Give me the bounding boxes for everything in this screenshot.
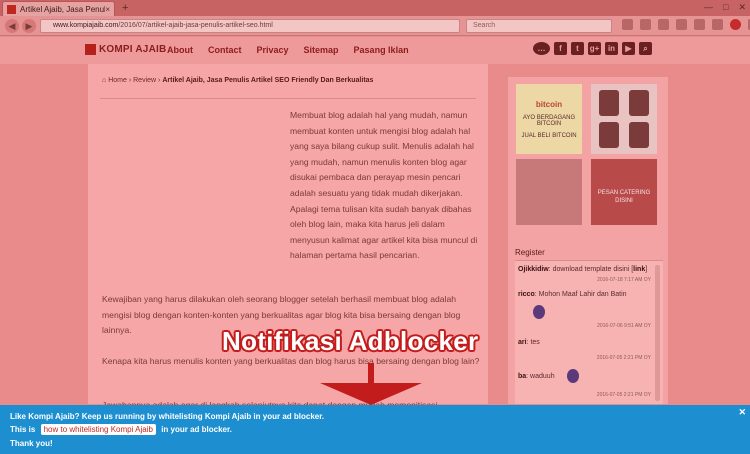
favicon-icon: [7, 4, 16, 14]
shoutbox-widget: Register Ojikkidiw: download template di…: [515, 248, 663, 404]
download-icon[interactable]: [658, 19, 669, 30]
watch-image: [599, 122, 619, 148]
shout-link[interactable]: link: [633, 266, 645, 273]
close-icon[interactable]: ✕: [738, 407, 746, 418]
shout-message: ricco: Mohon Maaf Lahir dan Batin: [518, 291, 627, 298]
tab-close-icon[interactable]: ×: [105, 5, 110, 14]
shout-user[interactable]: Ojikkidiw: [518, 266, 549, 273]
shout-timestamp: 2016-07-18 7:17 AM OY: [597, 277, 651, 283]
notification-line: Like Kompi Ajaib? Keep us running by whi…: [10, 412, 325, 421]
facebook-icon[interactable]: f: [554, 42, 567, 55]
watch-image: [629, 90, 649, 116]
widget-title[interactable]: Register: [515, 248, 663, 257]
shout-timestamp: 2016-07-05 2:21 PM OY: [596, 355, 651, 361]
whitelist-howto-link[interactable]: how to whitelisting Kompi Ajaib: [40, 424, 156, 435]
ad-text: PESAN CATERING DISINI: [597, 190, 651, 204]
logo-text: KOMPI AJAIB: [99, 44, 167, 55]
shoutbox-scrollbar[interactable]: [655, 265, 660, 401]
avatar: [567, 369, 579, 383]
tab-strip: Artikel Ajaib, Jasa Penulis A... × + — □…: [0, 0, 750, 16]
adblock-icon[interactable]: [730, 19, 741, 30]
twitter-icon[interactable]: t: [571, 42, 584, 55]
breadcrumb-separator: ›: [158, 77, 161, 84]
forward-icon[interactable]: ▶: [22, 19, 36, 33]
shout-message: ari: tes: [518, 339, 540, 346]
pocket-icon[interactable]: [694, 19, 705, 30]
watch-image: [599, 90, 619, 116]
divider: [100, 98, 476, 99]
back-icon[interactable]: ◀: [5, 19, 19, 33]
avatar: [533, 305, 545, 319]
minimize-button[interactable]: —: [704, 2, 713, 13]
shout-message: Ojikkidiw: download template disini [lin…: [518, 266, 648, 273]
new-tab-button[interactable]: +: [122, 1, 128, 15]
adblock-notification: Like Kompi Ajaib? Keep us running by whi…: [0, 405, 750, 454]
ad-text: AYO BERDAGANG BITCOIN: [522, 115, 576, 127]
site-header: KOMPI AJAIB About Contact Privacy Sitema…: [0, 37, 750, 64]
shoutbox-messages[interactable]: Ojikkidiw: download template disini [lin…: [515, 260, 663, 404]
browser-tab[interactable]: Artikel Ajaib, Jasa Penulis A... ×: [2, 1, 115, 16]
toolbar-icons: [622, 19, 750, 30]
shout-timestamp: 2016-07-05 2:21 PM OY: [596, 392, 651, 398]
navigation-bar: ◀ ▶ www.kompiajaib.com/2016/07/artikel-a…: [0, 16, 750, 36]
shout-user[interactable]: ari: [518, 339, 527, 346]
breadcrumb-review[interactable]: Review: [133, 77, 156, 84]
shout-user[interactable]: ricco: [518, 291, 535, 298]
shout-message: ba: waduuh: [518, 373, 555, 380]
bitcoin-ad[interactable]: bitcoin AYO BERDAGANG BITCOIN JUAL BELI …: [516, 84, 582, 154]
catering-ad[interactable]: PESAN CATERING DISINI: [591, 159, 657, 225]
chat-icon[interactable]: …: [533, 42, 550, 55]
url-path: /2016/07/artikel-ajaib-jasa-penulis-arti…: [118, 22, 273, 29]
logo-mark-icon: [85, 44, 96, 55]
watch-image: [629, 122, 649, 148]
notification-line: This is how to whitelisting Kompi Ajaib …: [10, 424, 232, 435]
reading-list-icon[interactable]: [640, 19, 651, 30]
shout-timestamp: 2016-07-06 9:51 AM OY: [597, 323, 651, 329]
annotation-title: Notifikasi Adblocker: [222, 326, 479, 356]
search-icon[interactable]: ⌕: [639, 42, 652, 55]
window-controls: — □ ✕: [704, 2, 746, 13]
main-menu: About Contact Privacy Sitemap Pasang Ikl…: [167, 45, 409, 55]
home-icon[interactable]: [676, 19, 687, 30]
googleplus-icon[interactable]: g+: [588, 42, 601, 55]
shout-user[interactable]: ba: [518, 373, 526, 380]
arrow-down-icon: [320, 363, 422, 405]
sidebar: bitcoin AYO BERDAGANG BITCOIN JUAL BELI …: [508, 77, 668, 404]
extension-icon[interactable]: [712, 19, 723, 30]
site-logo[interactable]: KOMPI AJAIB: [85, 44, 166, 55]
notification-line: Thank you!: [10, 439, 53, 448]
breadcrumb-current: Artikel Ajaib, Jasa Penulis Artikel SEO …: [162, 77, 374, 84]
youtube-icon[interactable]: ▶: [622, 42, 635, 55]
breadcrumb-home[interactable]: Home: [108, 77, 127, 84]
linkedin-icon[interactable]: in: [605, 42, 618, 55]
ad-brand: bitcoin: [535, 100, 563, 109]
menu-item-pasang-iklan[interactable]: Pasang Iklan: [354, 45, 409, 55]
ad-placeholder[interactable]: [516, 159, 582, 225]
maximize-button[interactable]: □: [723, 2, 728, 13]
ad-cta: JUAL BELI BITCOIN: [521, 133, 577, 139]
watch-ad[interactable]: [591, 84, 657, 154]
address-bar[interactable]: www.kompiajaib.com/2016/07/artikel-ajaib…: [40, 19, 460, 33]
breadcrumb: ⌂ Home › Review › Artikel Ajaib, Jasa Pe…: [102, 77, 373, 84]
social-icons: … f t g+ in ▶ ⌕: [533, 42, 652, 55]
menu-item-sitemap[interactable]: Sitemap: [304, 45, 339, 55]
search-input[interactable]: Search: [466, 19, 612, 33]
url-host: www.kompiajaib.com: [53, 22, 119, 29]
article-paragraph: Membuat blog adalah hal yang mudah, namu…: [290, 110, 478, 261]
menu-item-about[interactable]: About: [167, 45, 193, 55]
star-icon[interactable]: [622, 19, 633, 30]
menu-item-contact[interactable]: Contact: [208, 45, 242, 55]
tab-title: Artikel Ajaib, Jasa Penulis A...: [20, 4, 106, 14]
breadcrumb-separator: ›: [128, 77, 132, 84]
menu-item-privacy[interactable]: Privacy: [257, 45, 289, 55]
search-placeholder: Search: [473, 22, 496, 29]
close-window-button[interactable]: ✕: [738, 2, 746, 13]
